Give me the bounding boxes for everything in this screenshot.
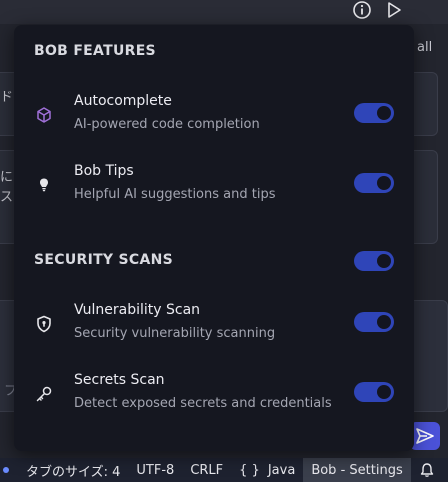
bob-settings-popup: BOB FEATURES Autocomplete AI-powered cod… xyxy=(14,25,414,451)
status-language-label: Java xyxy=(267,462,296,478)
status-encoding[interactable]: UTF-8 xyxy=(128,458,182,482)
toggle-knob xyxy=(377,315,391,329)
setting-title: Secrets Scan xyxy=(74,372,165,388)
section-title-security-scans: SECURITY SCANS xyxy=(34,252,174,268)
braces-icon: { } xyxy=(239,462,260,478)
bob-tips-toggle[interactable] xyxy=(354,173,394,193)
status-language[interactable]: { } Java xyxy=(231,458,303,482)
shield-icon xyxy=(34,314,54,334)
setting-row-bob-tips: Bob Tips Helpful AI suggestions and tips xyxy=(14,163,414,219)
toggle-knob xyxy=(377,106,391,120)
setting-description: Security vulnerability scanning xyxy=(74,326,276,341)
key-icon xyxy=(34,384,54,404)
setting-title: Bob Tips xyxy=(74,163,134,179)
send-button[interactable] xyxy=(410,422,440,450)
setting-row-secrets-scan: Secrets Scan Detect exposed secrets and … xyxy=(14,372,414,428)
status-dot xyxy=(0,458,18,482)
vulnerability-scan-toggle[interactable] xyxy=(354,312,394,332)
status-eol[interactable]: CRLF xyxy=(182,458,231,482)
status-tab-size[interactable]: タブのサイズ: 4 xyxy=(18,458,128,482)
lightbulb-icon xyxy=(34,175,54,195)
setting-description: Helpful AI suggestions and tips xyxy=(74,187,276,202)
status-bob-settings[interactable]: Bob - Settings xyxy=(303,458,411,482)
cube-icon xyxy=(34,105,54,125)
toggle-knob xyxy=(377,176,391,190)
play-icon[interactable] xyxy=(384,0,404,20)
send-icon xyxy=(416,428,434,444)
bg-fragment-all: all xyxy=(417,40,433,55)
setting-title: Autocomplete xyxy=(74,93,172,109)
bell-icon xyxy=(420,463,433,477)
editor-top-actions xyxy=(352,0,404,20)
bg-fragment: ス xyxy=(0,190,14,205)
setting-description: AI-powered code completion xyxy=(74,117,260,132)
security-scans-toggle[interactable] xyxy=(354,251,394,271)
setting-row-vulnerability-scan: Vulnerability Scan Security vulnerabilit… xyxy=(14,302,414,358)
section-title-bob-features: BOB FEATURES xyxy=(34,43,156,59)
setting-description: Detect exposed secrets and credentials xyxy=(74,396,332,411)
bg-fragment: ド xyxy=(0,90,14,105)
status-bar: タブのサイズ: 4 UTF-8 CRLF { } Java Bob - Sett… xyxy=(0,458,448,482)
status-bell[interactable] xyxy=(411,458,443,482)
secrets-scan-toggle[interactable] xyxy=(354,382,394,402)
info-icon[interactable] xyxy=(352,0,372,20)
toggle-knob xyxy=(377,254,391,268)
autocomplete-toggle[interactable] xyxy=(354,103,394,123)
setting-title: Vulnerability Scan xyxy=(74,302,201,318)
bg-fragment: に xyxy=(0,170,14,185)
toggle-knob xyxy=(377,385,391,399)
setting-row-autocomplete: Autocomplete AI-powered code completion xyxy=(14,93,414,149)
